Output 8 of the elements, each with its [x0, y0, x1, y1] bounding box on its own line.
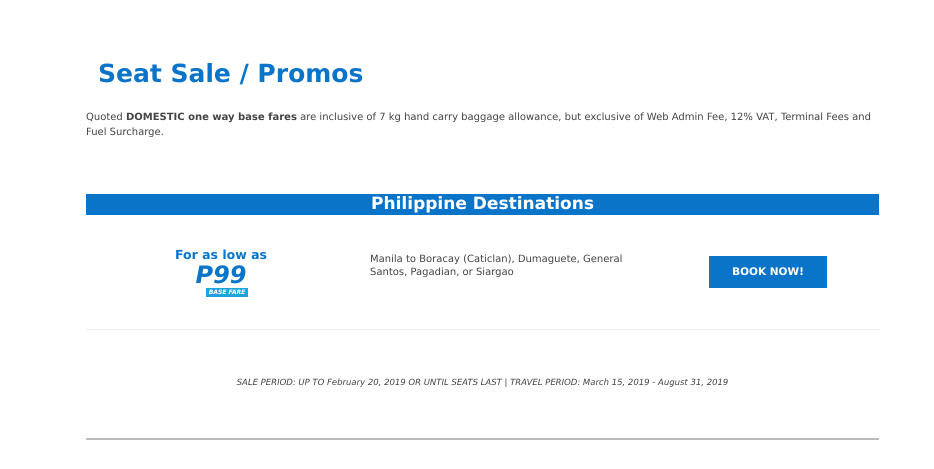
- page-title: Seat Sale / Promos: [98, 58, 364, 90]
- book-button[interactable]: BOOK NOW!: [709, 256, 827, 288]
- period-text: SALE PERIOD: UP TO February 20, 2019 OR UNTIL SEATS LAST | TRAVEL PERIOD: March 15, 2019 - August 31, 2019: [86, 378, 879, 440]
- section-banner: Philippine Destinations: [86, 194, 879, 215]
- promo-lead: For as low as: [174, 247, 267, 262]
- promo-price: P99: [196, 262, 246, 288]
- intro-text: Quoted DOMESTIC one way base fares are inclusive of 7 kg hand carry baggage allowance, but exclusive of Web Admin Fee, 12% VAT, Terminal Fees and Fuel Surcharge.: [86, 111, 872, 140]
- route-list: Manila to Boracay (Caticlan), Dumaguete, General Santos, Pagadian, or Siargao: [370, 253, 640, 279]
